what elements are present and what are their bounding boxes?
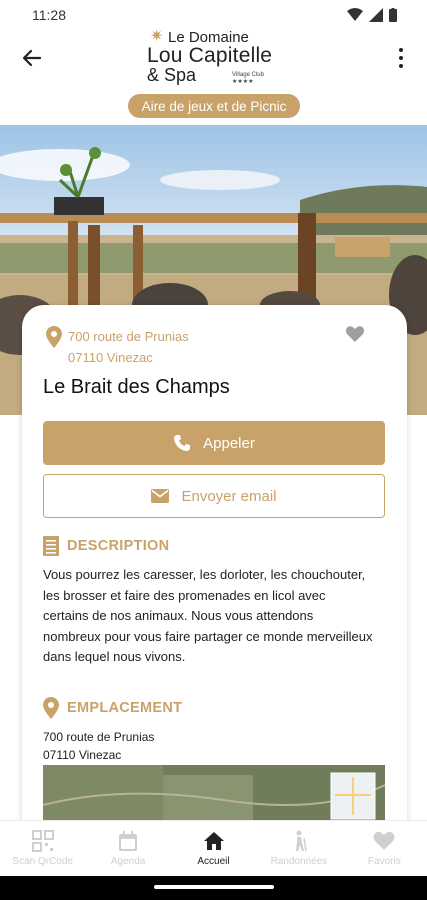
sun-logo-icon: ✷ xyxy=(150,28,164,45)
address-line-1: 700 route de Prunias xyxy=(68,329,189,344)
overflow-menu-icon[interactable] xyxy=(391,44,411,72)
satellite-map-image xyxy=(43,765,385,825)
call-button[interactable]: Appeler xyxy=(43,421,385,465)
description-heading: DESCRIPTION xyxy=(43,536,169,556)
wifi-icon xyxy=(347,8,363,21)
location-heading: EMPLACEMENT xyxy=(43,697,182,719)
nav-agenda[interactable]: Agenda xyxy=(85,821,170,876)
location-pin-icon xyxy=(43,697,59,719)
hiker-icon xyxy=(295,830,307,852)
description-text: Vous pourrez les caresser, les dorloter,… xyxy=(43,567,373,665)
home-icon xyxy=(203,832,224,850)
calendar-icon xyxy=(119,831,138,851)
nav-label: Scan QrCode xyxy=(12,856,73,867)
bottom-navigation: Scan QrCode Agenda Accueil Randonnées Fa… xyxy=(0,820,427,876)
location-line-2: 07110 Vinezac xyxy=(43,748,122,762)
logo-line-3: & Spa xyxy=(147,65,197,85)
nav-label: Favoris xyxy=(367,856,401,867)
battery-icon xyxy=(389,8,397,22)
place-title: Le Brait des Champs xyxy=(43,376,230,398)
place-address[interactable]: 700 route de Prunias 07110 Vinezac xyxy=(68,326,189,368)
address-line-2: 07110 Vinezac xyxy=(68,350,153,365)
signal-icon xyxy=(369,8,383,22)
location-line-1: 700 route de Prunias xyxy=(43,730,155,744)
nav-randonnees[interactable]: Randonnées xyxy=(256,821,341,876)
nav-favoris[interactable]: Favoris xyxy=(342,821,427,876)
email-icon xyxy=(151,489,170,503)
email-button-label: Envoyer email xyxy=(181,487,277,505)
domaine-logo: ✷ Le Domaine Lou Capitelle & Spa Village… xyxy=(146,28,286,90)
status-bar: 11:28 xyxy=(0,0,427,30)
back-arrow-icon[interactable] xyxy=(18,44,46,72)
location-map[interactable] xyxy=(43,765,385,825)
qrcode-icon xyxy=(31,830,54,852)
document-icon xyxy=(43,536,59,556)
app-header: ✷ Le Domaine Lou Capitelle & Spa Village… xyxy=(0,28,427,125)
description-heading-text: DESCRIPTION xyxy=(67,538,170,554)
location-pin-icon xyxy=(46,326,62,348)
location-address: 700 route de Prunias 07110 Vinezac xyxy=(43,728,154,764)
category-badge: Aire de jeux et de Picnic xyxy=(128,94,300,118)
location-heading-text: EMPLACEMENT xyxy=(67,700,183,716)
nav-label: Randonnées xyxy=(270,856,328,867)
favorite-heart-icon[interactable] xyxy=(346,326,364,342)
nav-label: Agenda xyxy=(110,856,146,867)
nav-label: Accueil xyxy=(197,856,230,867)
system-navigation-bar xyxy=(0,876,427,900)
phone-icon xyxy=(174,435,191,451)
call-button-label: Appeler xyxy=(203,434,255,452)
home-gesture-handle[interactable] xyxy=(154,885,274,889)
status-time: 11:28 xyxy=(32,7,66,23)
logo-tagline: Village Club ★★★★ xyxy=(232,72,264,85)
email-button[interactable]: Envoyer email xyxy=(43,474,385,518)
nav-accueil[interactable]: Accueil xyxy=(171,821,256,876)
nav-scan-qrcode[interactable]: Scan QrCode xyxy=(0,821,85,876)
heart-icon xyxy=(373,831,395,850)
